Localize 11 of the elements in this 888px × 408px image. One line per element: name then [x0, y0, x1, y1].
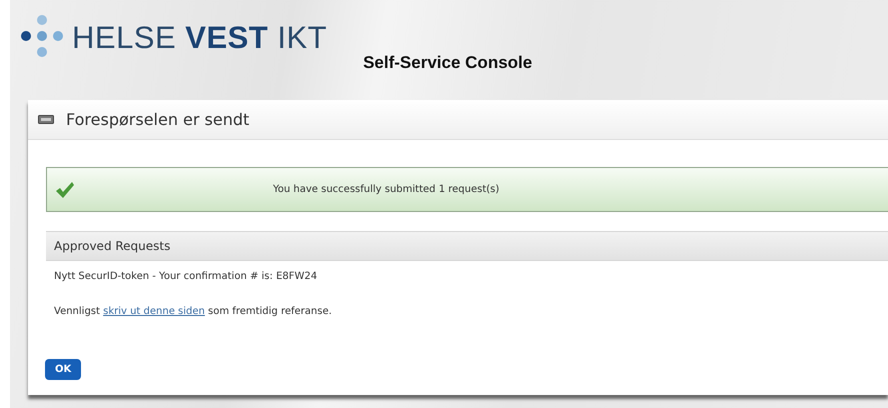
checkmark-icon — [55, 180, 75, 198]
panel-title: Forespørselen er sendt — [66, 108, 250, 130]
confirmation-text: Nytt SecurID-token - Your confirmation # is: E8FW24 — [54, 270, 318, 284]
print-note: Vennligst skriv ut denne siden som fremtidig referanse. — [54, 305, 333, 319]
console-title: Self-Service Console — [363, 52, 532, 74]
section-header: Approved Requests — [46, 231, 888, 261]
print-link[interactable]: skriv ut denne siden — [103, 306, 205, 317]
card-icon — [38, 115, 54, 124]
logo-text: HELSE VEST IKT — [72, 22, 328, 53]
ok-button[interactable]: OK — [45, 359, 82, 380]
success-text: You have successfully submitted 1 request(s) — [273, 183, 500, 197]
